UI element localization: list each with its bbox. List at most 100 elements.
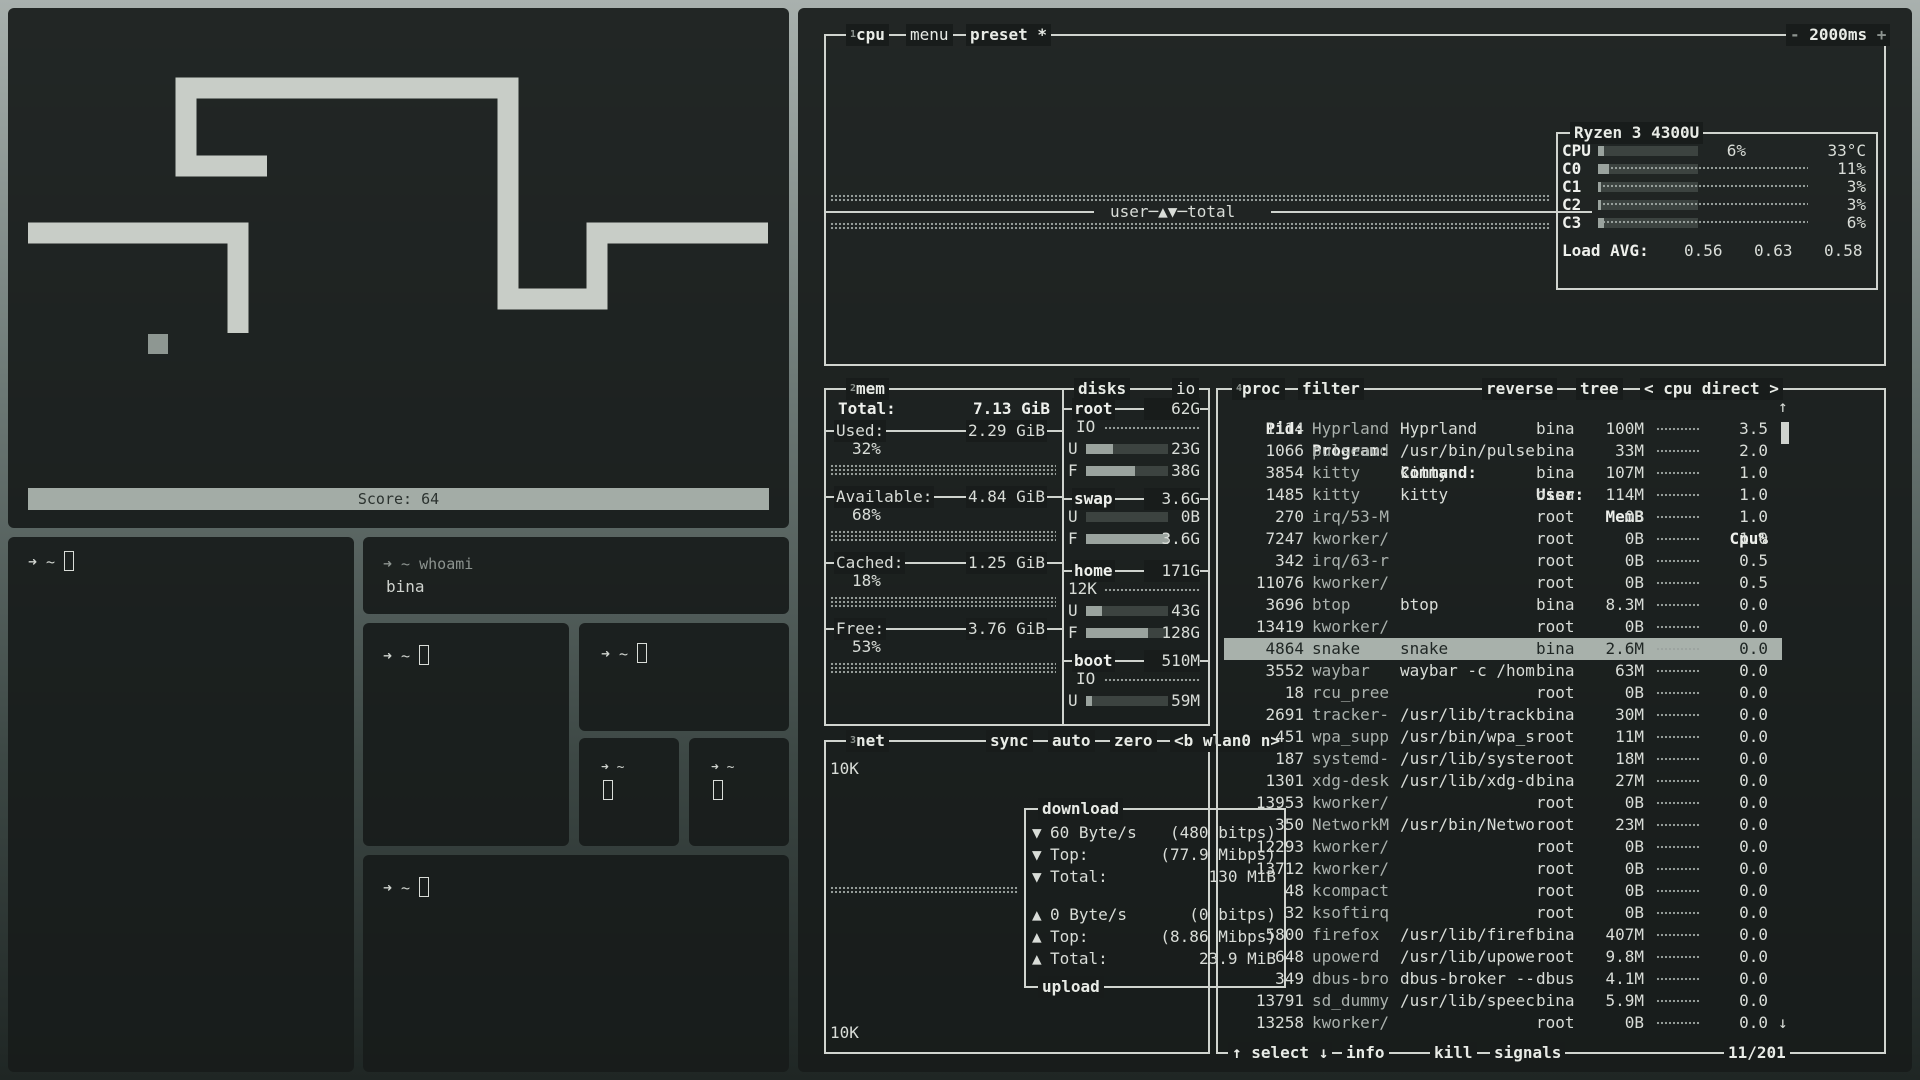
footer-signals[interactable]: signals (1490, 1042, 1566, 1064)
refresh-decrease-button[interactable]: - (1790, 25, 1800, 44)
process-row[interactable]: 270 irq/53-M root 0B 1.0 (1224, 506, 1782, 528)
process-cpu-graph (1656, 559, 1700, 563)
mem-title[interactable]: mem (856, 379, 885, 398)
process-cpu: 3.5 (1739, 419, 1768, 438)
net-auto-toggle[interactable]: auto (1048, 730, 1095, 752)
disks-title[interactable]: disks (1074, 378, 1131, 400)
process-row[interactable]: 13712 kworker/root 0B 0.0 (1224, 858, 1782, 880)
terminal-5[interactable]: ➜ ~ (579, 738, 679, 846)
net-sync-toggle[interactable]: sync (986, 730, 1033, 752)
process-cpu-graph (1656, 603, 1700, 607)
process-row[interactable]: 342 irq/63-r root 0B 0.5 (1224, 550, 1782, 572)
process-mem: 0B (1624, 529, 1644, 548)
process-pid: 270 (1275, 507, 1304, 526)
process-cpu: 1.0 (1739, 529, 1768, 548)
process-row[interactable]: 3854 kitty kitty bina 107M 1.0 (1224, 462, 1782, 484)
process-row[interactable]: 1485 kitty kitty bina 114M 1.0 (1224, 484, 1782, 506)
mem-box: 2mem disks io Total: 7.13 GiB Used: 2.29 … (824, 378, 1210, 726)
tab-preset[interactable]: preset * (966, 24, 1052, 46)
command-output: bina (386, 577, 425, 596)
process-mem: 5.9M (1605, 991, 1644, 1010)
process-row[interactable]: 648 upowerd/usr/lib/upowe root 9.8M 0.0 (1224, 946, 1782, 968)
terminal-7[interactable]: ➜ ~ (363, 855, 789, 1072)
process-user: root (1536, 529, 1575, 548)
process-cpu: 1.0 (1739, 507, 1768, 526)
net-zero-toggle[interactable]: zero (1110, 730, 1157, 752)
process-program: pulseaud (1312, 441, 1390, 460)
net-title[interactable]: net (856, 731, 885, 750)
process-row[interactable]: 4864 snake snake bina 2.6M 0.0 (1224, 638, 1782, 660)
process-row[interactable]: 7247 kworker/root 0B 1.0 (1224, 528, 1782, 550)
prompt-text: ➜ ~ (601, 760, 625, 775)
process-mem: 107M (1605, 463, 1644, 482)
process-user: bina (1536, 463, 1575, 482)
process-cpu-graph (1656, 537, 1700, 541)
snake-food (148, 334, 168, 354)
process-row[interactable]: 32 ksoftirq root 0B 0.0 (1224, 902, 1782, 924)
io-toggle[interactable]: io (1172, 378, 1200, 400)
terminal-4[interactable]: ➜ ~ (579, 623, 789, 731)
process-pid: 7247 (1265, 529, 1304, 548)
load-avg-5: 0.63 (1754, 241, 1793, 260)
process-row[interactable]: 3552 waybar waybar -c /hom bina 63M 0.0 (1224, 660, 1782, 682)
disk-io: IO (1076, 417, 1096, 436)
prompt-text: ➜ ~ (383, 647, 420, 665)
process-row[interactable]: 1066 pulseaud/usr/bin/pulse bina 33M 2.0 (1224, 440, 1782, 462)
footer-select[interactable]: ↑ select ↓ (1228, 1042, 1333, 1064)
proc-scrollbar-thumb[interactable] (1781, 422, 1789, 444)
process-program: dbus-bro (1312, 969, 1390, 988)
terminal-3[interactable]: ➜ ~ (363, 623, 569, 846)
process-pid: 1114 (1265, 419, 1304, 438)
process-row[interactable]: 11076 kworker/root 0B 0.5 (1224, 572, 1782, 594)
download-arrow-icon: ▼ (1032, 845, 1042, 864)
process-row[interactable]: 3696 btop btop bina 8.3M 0.0 (1224, 594, 1782, 616)
btop-window[interactable]: 1cpu menu preset * - 2000ms + user─▲▼─to… (798, 8, 1912, 1072)
process-row[interactable]: 13419 kworker/root 0B 0.0 (1224, 616, 1782, 638)
process-row[interactable]: 1114 Hyprland Hyprland bina 100M 3.5 (1224, 418, 1782, 440)
upload-arrow-icon: ▲ (1032, 949, 1042, 968)
process-command: /usr/lib/track (1400, 705, 1535, 724)
upload-title: upload (1038, 976, 1104, 998)
process-user: root (1536, 749, 1575, 768)
terminal-2[interactable]: ➜ ~ whoami bina (363, 537, 789, 614)
process-command: /usr/bin/wpa_s (1400, 727, 1535, 746)
process-row[interactable]: 18 rcu_pree root 0B 0.0 (1224, 682, 1782, 704)
footer-kill[interactable]: kill (1430, 1042, 1477, 1064)
process-cpu-graph (1656, 713, 1700, 717)
process-row[interactable]: 1301 xdg-desk/usr/lib/xdg-d bina 27M 0.0 (1224, 770, 1782, 792)
process-user: bina (1536, 441, 1575, 460)
snake-window[interactable]: Score: 64 (8, 8, 789, 528)
tab-cpu[interactable]: cpu (856, 25, 885, 44)
process-cpu-graph (1656, 1021, 1700, 1025)
process-row[interactable]: 48 kcompact root 0B 0.0 (1224, 880, 1782, 902)
process-command: /usr/lib/speec (1400, 991, 1535, 1010)
process-row[interactable]: 349 dbus-bro dbus-broker -- dbus 4.1M 0.0 (1224, 968, 1782, 990)
process-program: tracker- (1312, 705, 1390, 724)
process-row[interactable]: 187 systemd- /usr/lib/syste root 18M 0.0 (1224, 748, 1782, 770)
process-mem: 0B (1624, 551, 1644, 570)
cpu-core-percent: 6% (1846, 213, 1866, 232)
process-row[interactable]: 13258 kworker/root 0B 0.0 (1224, 1012, 1782, 1034)
disk-used-label: U (1068, 439, 1078, 458)
process-row[interactable]: 451 wpa_supp/usr/bin/wpa_s root 11M 0.0 (1224, 726, 1782, 748)
process-cpu-graph (1656, 691, 1700, 695)
disk-used-label: U (1068, 691, 1078, 710)
process-row[interactable]: 13791 sd_dummy/usr/lib/speec bina 5.9M 0.0 (1224, 990, 1782, 1012)
terminal-1[interactable]: ➜ ~ (8, 537, 354, 1072)
footer-info[interactable]: info (1342, 1042, 1389, 1064)
process-row[interactable]: 350 NetworkM/usr/bin/Netwo root 23M 0.0 (1224, 814, 1782, 836)
process-cpu: 0.0 (1739, 771, 1768, 790)
terminal-6[interactable]: ➜ ~ (689, 738, 789, 846)
process-row[interactable]: 5800 firefox/usr/lib/firef bina 407M 0.0 (1224, 924, 1782, 946)
process-row[interactable]: 13953 kworker/root 0B 0.0 (1224, 792, 1782, 814)
scroll-up-icon[interactable]: ↑ (1778, 396, 1788, 418)
refresh-increase-button[interactable]: + (1877, 25, 1887, 44)
process-pid: 13258 (1255, 1013, 1304, 1032)
process-cpu-graph (1656, 757, 1700, 761)
process-row[interactable]: 12293 kworker/root 0B 0.0 (1224, 836, 1782, 858)
process-cpu: 0.0 (1739, 903, 1768, 922)
process-row[interactable]: 2691 tracker- /usr/lib/track bina 30M 0.0 (1224, 704, 1782, 726)
tab-menu[interactable]: menu (906, 24, 953, 46)
process-cpu-graph (1656, 911, 1700, 915)
process-pid: 12293 (1255, 837, 1304, 856)
